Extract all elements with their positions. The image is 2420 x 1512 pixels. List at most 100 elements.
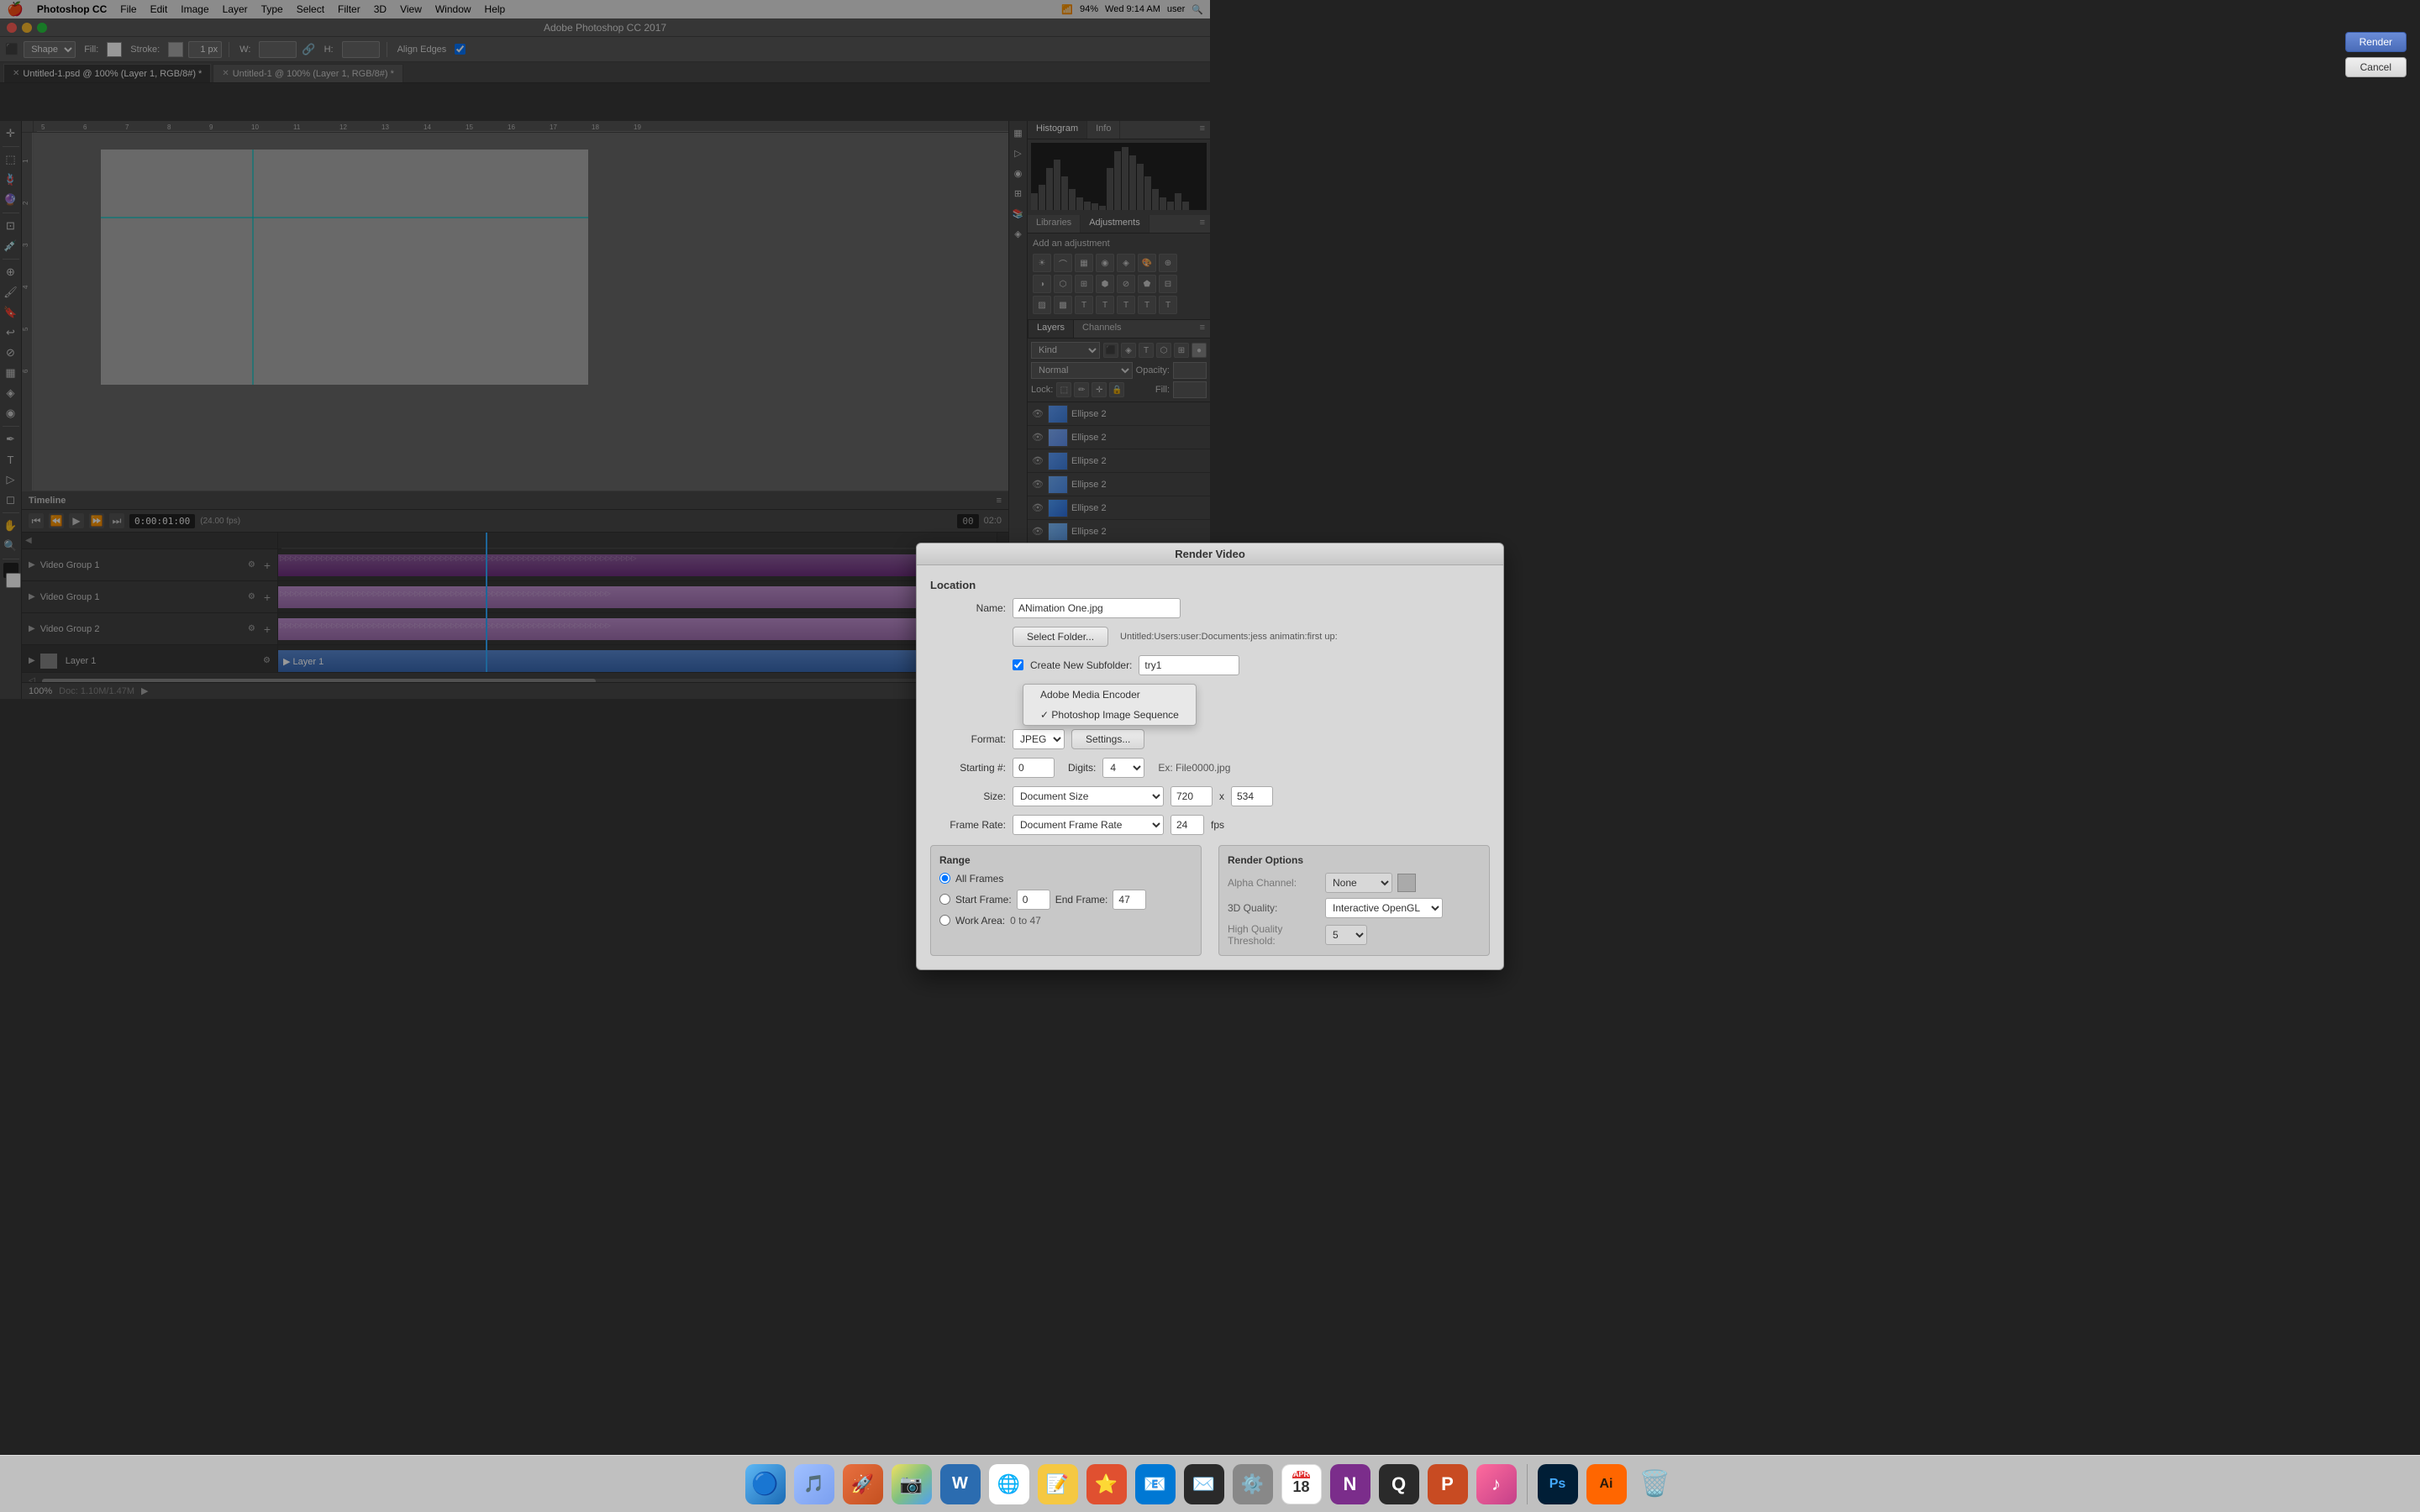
illustrator-icon: Ai: [1586, 1464, 1627, 1504]
size-label: Size:: [930, 790, 1006, 802]
3d-quality-row: 3D Quality: Interactive OpenGL: [1228, 898, 1481, 918]
fps-label: fps: [1211, 819, 1224, 831]
all-frames-radio[interactable]: [939, 873, 950, 884]
dock-siri[interactable]: 🎵: [792, 1462, 836, 1506]
work-area-label: Work Area:: [955, 915, 1005, 927]
select-folder-button[interactable]: Select Folder...: [1013, 627, 1108, 647]
dialog-titlebar: Render Video: [917, 543, 1503, 565]
digits-dropdown[interactable]: 4: [1102, 758, 1144, 778]
dock-photoshop[interactable]: Ps: [1536, 1462, 1580, 1506]
3d-quality-dropdown[interactable]: Interactive OpenGL: [1325, 898, 1443, 918]
dialog-body: Render Cancel Location Name: Select Fold…: [917, 565, 1503, 969]
start-end-radio[interactable]: [939, 894, 950, 905]
dock-system-prefs[interactable]: ⚙️: [1231, 1462, 1275, 1506]
start-frame-input[interactable]: [1017, 890, 1050, 910]
size-dropdown[interactable]: Document Size: [1013, 786, 1164, 806]
digits-label: Digits:: [1068, 762, 1096, 774]
encoder-dropdown-container: Adobe Media Encoder Photoshop Image Sequ…: [1023, 684, 1197, 726]
subfolder-name-input[interactable]: [1139, 655, 1239, 675]
name-label: Name:: [930, 602, 1006, 614]
starting-row: Starting #: Digits: 4 Ex: File0000.jpg: [930, 758, 1490, 778]
dock-mango[interactable]: ⭐: [1085, 1462, 1128, 1506]
finder-icon: 🔵: [745, 1464, 786, 1504]
siri-icon: 🎵: [794, 1464, 834, 1504]
photoshop-icon: Ps: [1538, 1464, 1578, 1504]
alpha-channel-label: Alpha Channel:: [1228, 877, 1320, 889]
encoder-option-sequence[interactable]: Photoshop Image Sequence: [1023, 705, 1196, 725]
frame-rate-label: Frame Rate:: [930, 819, 1006, 831]
encoder-dropdown-menu: Adobe Media Encoder Photoshop Image Sequ…: [1023, 684, 1197, 726]
dock-onenote[interactable]: N: [1328, 1462, 1372, 1506]
create-subfolder-label: Create New Subfolder:: [1030, 659, 1132, 671]
alpha-color-swatch: [1397, 874, 1416, 892]
dock-outlook[interactable]: 📧: [1134, 1462, 1177, 1506]
all-frames-label: All Frames: [955, 873, 1003, 885]
sparrow-icon: ✉️: [1184, 1464, 1224, 1504]
encoder-option-media[interactable]: Adobe Media Encoder: [1023, 685, 1196, 705]
size-height-input[interactable]: [1231, 786, 1273, 806]
range-section: Range All Frames Start Frame: End Frame:: [930, 845, 1202, 956]
itunes-icon: ♪: [1476, 1464, 1517, 1504]
range-header: Range: [939, 854, 1192, 866]
work-area-radio[interactable]: [939, 915, 950, 926]
dialog-title: Render Video: [1175, 548, 1245, 560]
dock-launchpad[interactable]: 🚀: [841, 1462, 885, 1506]
photos-icon: 📷: [892, 1464, 932, 1504]
alpha-channel-dropdown[interactable]: None: [1325, 873, 1392, 893]
mango-icon: ⭐: [1086, 1464, 1127, 1504]
start-end-frame-row: Start Frame: End Frame:: [939, 890, 1192, 910]
dock-photos[interactable]: 📷: [890, 1462, 934, 1506]
frame-rate-dropdown[interactable]: Document Frame Rate: [1013, 815, 1164, 835]
starting-input[interactable]: [1013, 758, 1055, 778]
stickies-icon: 📝: [1038, 1464, 1078, 1504]
frame-rate-row: Frame Rate: Document Frame Rate fps: [930, 815, 1490, 835]
x-label: x: [1219, 790, 1224, 802]
settings-button[interactable]: Settings...: [1071, 729, 1144, 749]
word-icon: W: [940, 1464, 981, 1504]
work-area-row: Work Area: 0 to 47: [939, 915, 1192, 927]
dock-word[interactable]: W: [939, 1462, 982, 1506]
dock-sparrow[interactable]: ✉️: [1182, 1462, 1226, 1506]
end-frame-input[interactable]: [1113, 890, 1146, 910]
trash-icon: 🗑️: [1635, 1464, 1676, 1504]
system-prefs-icon: ⚙️: [1233, 1464, 1273, 1504]
end-frame-label: End Frame:: [1055, 894, 1108, 906]
dock-qmedia[interactable]: Q: [1377, 1462, 1421, 1506]
chrome-icon: 🌐: [989, 1464, 1029, 1504]
high-quality-label: High Quality Threshold:: [1228, 923, 1320, 947]
dock-powerpoint[interactable]: P: [1426, 1462, 1470, 1506]
dock-trash[interactable]: 🗑️: [1634, 1462, 1677, 1506]
dock-illustrator[interactable]: Ai: [1585, 1462, 1628, 1506]
size-width-input[interactable]: [1171, 786, 1213, 806]
size-row: Size: Document Size x: [930, 786, 1490, 806]
name-input[interactable]: [1013, 598, 1181, 618]
fps-input[interactable]: [1171, 815, 1204, 835]
create-subfolder-checkbox[interactable]: [1013, 659, 1023, 670]
dock-chrome[interactable]: 🌐: [987, 1462, 1031, 1506]
onenote-icon: N: [1330, 1464, 1370, 1504]
dialog-overlay: Render Video Render Cancel Location Name…: [0, 0, 2420, 1512]
all-frames-row: All Frames: [939, 873, 1192, 885]
outlook-icon: 📧: [1135, 1464, 1176, 1504]
format-dropdown[interactable]: JPEG: [1013, 729, 1065, 749]
format-label: Format:: [930, 733, 1006, 745]
dock-separator: [1527, 1464, 1528, 1504]
qmedia-icon: Q: [1379, 1464, 1419, 1504]
3d-quality-label: 3D Quality:: [1228, 902, 1320, 914]
dock-calendar[interactable]: APR 18: [1280, 1462, 1323, 1506]
format-row: Format: JPEG Settings...: [930, 729, 1490, 749]
alpha-channel-row: Alpha Channel: None: [1228, 873, 1481, 893]
high-quality-dropdown[interactable]: 5: [1325, 925, 1367, 945]
starting-label: Starting #:: [930, 762, 1006, 774]
render-options-header: Render Options: [1228, 854, 1481, 866]
powerpoint-icon: P: [1428, 1464, 1468, 1504]
location-header: Location: [930, 579, 1490, 591]
high-quality-row: High Quality Threshold: 5: [1228, 923, 1481, 947]
dock-itunes[interactable]: ♪: [1475, 1462, 1518, 1506]
dock-stickies[interactable]: 📝: [1036, 1462, 1080, 1506]
dock-finder[interactable]: 🔵: [744, 1462, 787, 1506]
calendar-icon: APR 18: [1281, 1464, 1322, 1504]
launchpad-icon: 🚀: [843, 1464, 883, 1504]
render-options-section: Render Options Alpha Channel: None 3D Qu…: [1218, 845, 1490, 956]
folder-row: Select Folder... Untitled:Users:user:Doc…: [930, 627, 1490, 647]
